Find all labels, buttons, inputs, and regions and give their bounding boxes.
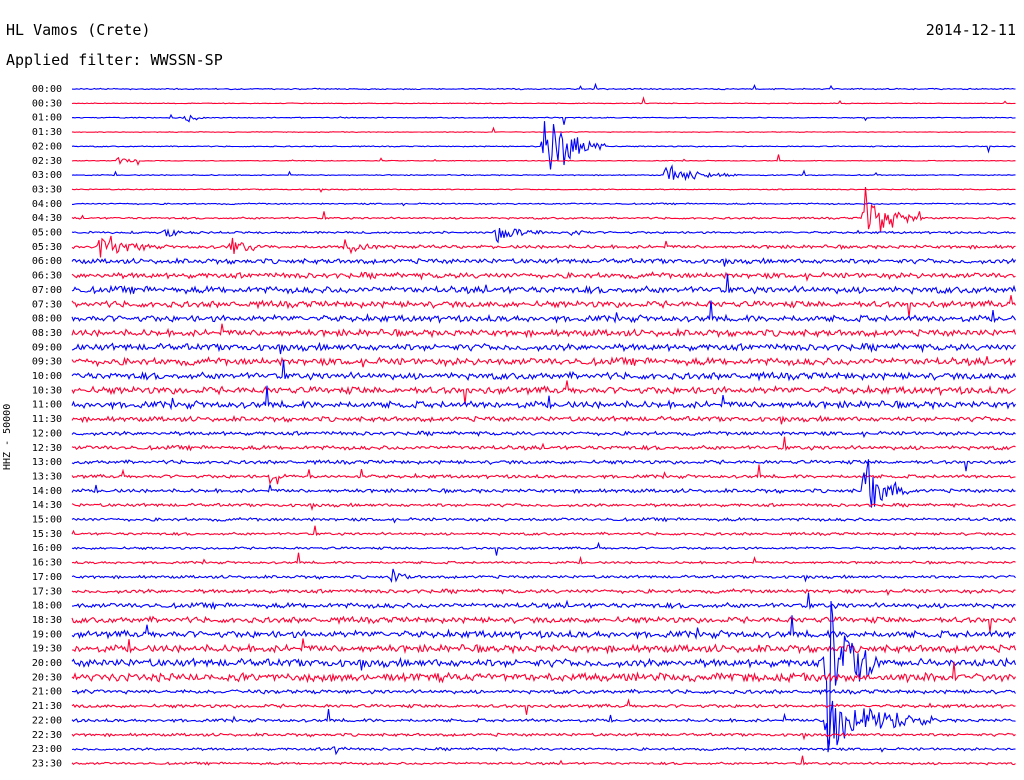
trace-row-0330 bbox=[71, 188, 1016, 193]
row-time-label: 12:00 bbox=[32, 428, 62, 439]
row-time-label: 05:30 bbox=[32, 242, 62, 253]
row-time-label: 19:30 bbox=[32, 644, 62, 655]
trace-row-2330 bbox=[71, 755, 1016, 766]
trace-row-1930 bbox=[72, 638, 1017, 655]
tick-labels-group: 00:00 00:30 01:00 01:30 02:00 02:30 03:00 03:30… bbox=[32, 84, 62, 769]
trace-row-1230 bbox=[71, 436, 1016, 452]
seismogram-plot: 00:00 00:30 01:00 01:30 02:00 02:30 03:00 03:30… bbox=[32, 82, 1017, 769]
trace-row-0300 bbox=[71, 164, 1016, 182]
trace-row-1800 bbox=[72, 592, 1016, 611]
row-time-label: 03:00 bbox=[32, 170, 62, 181]
row-time-label: 14:30 bbox=[32, 500, 62, 511]
row-time-label: 02:30 bbox=[32, 156, 62, 167]
trace-row-1730 bbox=[71, 588, 1016, 597]
row-time-label: 10:00 bbox=[32, 371, 62, 382]
trace-row-1500 bbox=[71, 516, 1016, 524]
trace-row-2000 bbox=[71, 601, 1017, 753]
trace-row-1030 bbox=[71, 380, 1016, 405]
traces-group bbox=[71, 82, 1017, 766]
row-time-label: 09:00 bbox=[32, 342, 62, 353]
row-time-label: 17:00 bbox=[32, 572, 62, 583]
row-time-label: 13:00 bbox=[32, 457, 62, 468]
row-time-label: 04:30 bbox=[32, 213, 62, 224]
trace-row-0400 bbox=[72, 202, 1016, 207]
trace-row-0100 bbox=[71, 113, 1016, 125]
row-time-label: 01:00 bbox=[32, 113, 62, 124]
row-time-label: 13:30 bbox=[32, 471, 62, 482]
row-time-label: 08:00 bbox=[32, 314, 62, 325]
trace-row-1200 bbox=[71, 430, 1016, 439]
row-time-label: 20:30 bbox=[32, 672, 62, 683]
trace-row-0700 bbox=[71, 273, 1017, 296]
row-time-label: 11:00 bbox=[32, 400, 62, 411]
trace-row-1130 bbox=[71, 414, 1016, 425]
trace-row-0030 bbox=[71, 96, 1016, 105]
row-time-label: 14:00 bbox=[32, 486, 62, 497]
trace-row-0530 bbox=[71, 235, 1016, 258]
trace-row-0930 bbox=[71, 356, 1016, 368]
trace-row-0900 bbox=[71, 341, 1016, 355]
row-time-label: 07:30 bbox=[32, 299, 62, 310]
trace-row-2130 bbox=[71, 698, 1016, 715]
trace-row-0500 bbox=[71, 228, 1016, 244]
row-time-label: 22:30 bbox=[32, 730, 62, 741]
trace-row-1600 bbox=[71, 541, 1016, 556]
row-time-label: 18:30 bbox=[32, 615, 62, 626]
row-time-label: 23:30 bbox=[32, 758, 62, 769]
row-time-label: 23:00 bbox=[32, 744, 62, 755]
trace-row-0430 bbox=[71, 186, 1016, 233]
row-time-label: 16:30 bbox=[32, 558, 62, 569]
trace-row-1530 bbox=[71, 525, 1016, 537]
row-time-label: 07:00 bbox=[32, 285, 62, 296]
row-time-label: 15:30 bbox=[32, 529, 62, 540]
row-time-label: 06:00 bbox=[32, 256, 62, 267]
row-time-label: 19:00 bbox=[32, 629, 62, 640]
row-time-label: 21:00 bbox=[32, 687, 62, 698]
row-time-label: 03:30 bbox=[32, 184, 62, 195]
row-time-label: 10:30 bbox=[32, 385, 62, 396]
trace-row-0730 bbox=[71, 295, 1016, 318]
row-time-label: 12:30 bbox=[32, 443, 62, 454]
row-time-label: 20:00 bbox=[32, 658, 62, 669]
trace-row-2300 bbox=[71, 746, 1016, 756]
row-time-label: 01:30 bbox=[32, 127, 62, 138]
row-time-label: 00:00 bbox=[32, 84, 62, 95]
row-time-label: 21:30 bbox=[32, 701, 62, 712]
row-time-label: 16:00 bbox=[32, 543, 62, 554]
row-time-label: 18:00 bbox=[32, 601, 62, 612]
trace-row-1400 bbox=[71, 459, 1016, 508]
trace-row-2100 bbox=[71, 688, 1016, 696]
trace-row-0000 bbox=[71, 82, 1016, 91]
row-time-label: 22:00 bbox=[32, 715, 62, 726]
trace-row-0600 bbox=[71, 257, 1016, 267]
row-time-label: 08:30 bbox=[32, 328, 62, 339]
trace-row-0200 bbox=[71, 121, 1016, 170]
trace-row-1330 bbox=[71, 464, 1016, 485]
trace-row-1900 bbox=[71, 615, 1016, 640]
trace-row-1300 bbox=[71, 459, 1016, 472]
trace-row-1700 bbox=[71, 568, 1016, 583]
row-time-label: 02:00 bbox=[32, 141, 62, 152]
trace-row-1830 bbox=[71, 615, 1017, 633]
trace-row-1630 bbox=[71, 552, 1016, 565]
row-time-label: 17:30 bbox=[32, 586, 62, 597]
row-time-label: 15:00 bbox=[32, 515, 62, 526]
row-time-label: 05:00 bbox=[32, 228, 62, 239]
row-time-label: 06:30 bbox=[32, 271, 62, 282]
trace-row-0630 bbox=[71, 271, 1016, 282]
trace-row-0830 bbox=[71, 323, 1017, 339]
row-time-label: 09:30 bbox=[32, 357, 62, 368]
row-time-label: 04:00 bbox=[32, 199, 62, 210]
row-time-label: 00:30 bbox=[32, 98, 62, 109]
trace-row-2230 bbox=[71, 732, 1016, 741]
row-time-label: 11:30 bbox=[32, 414, 62, 425]
trace-row-0230 bbox=[71, 154, 1016, 166]
